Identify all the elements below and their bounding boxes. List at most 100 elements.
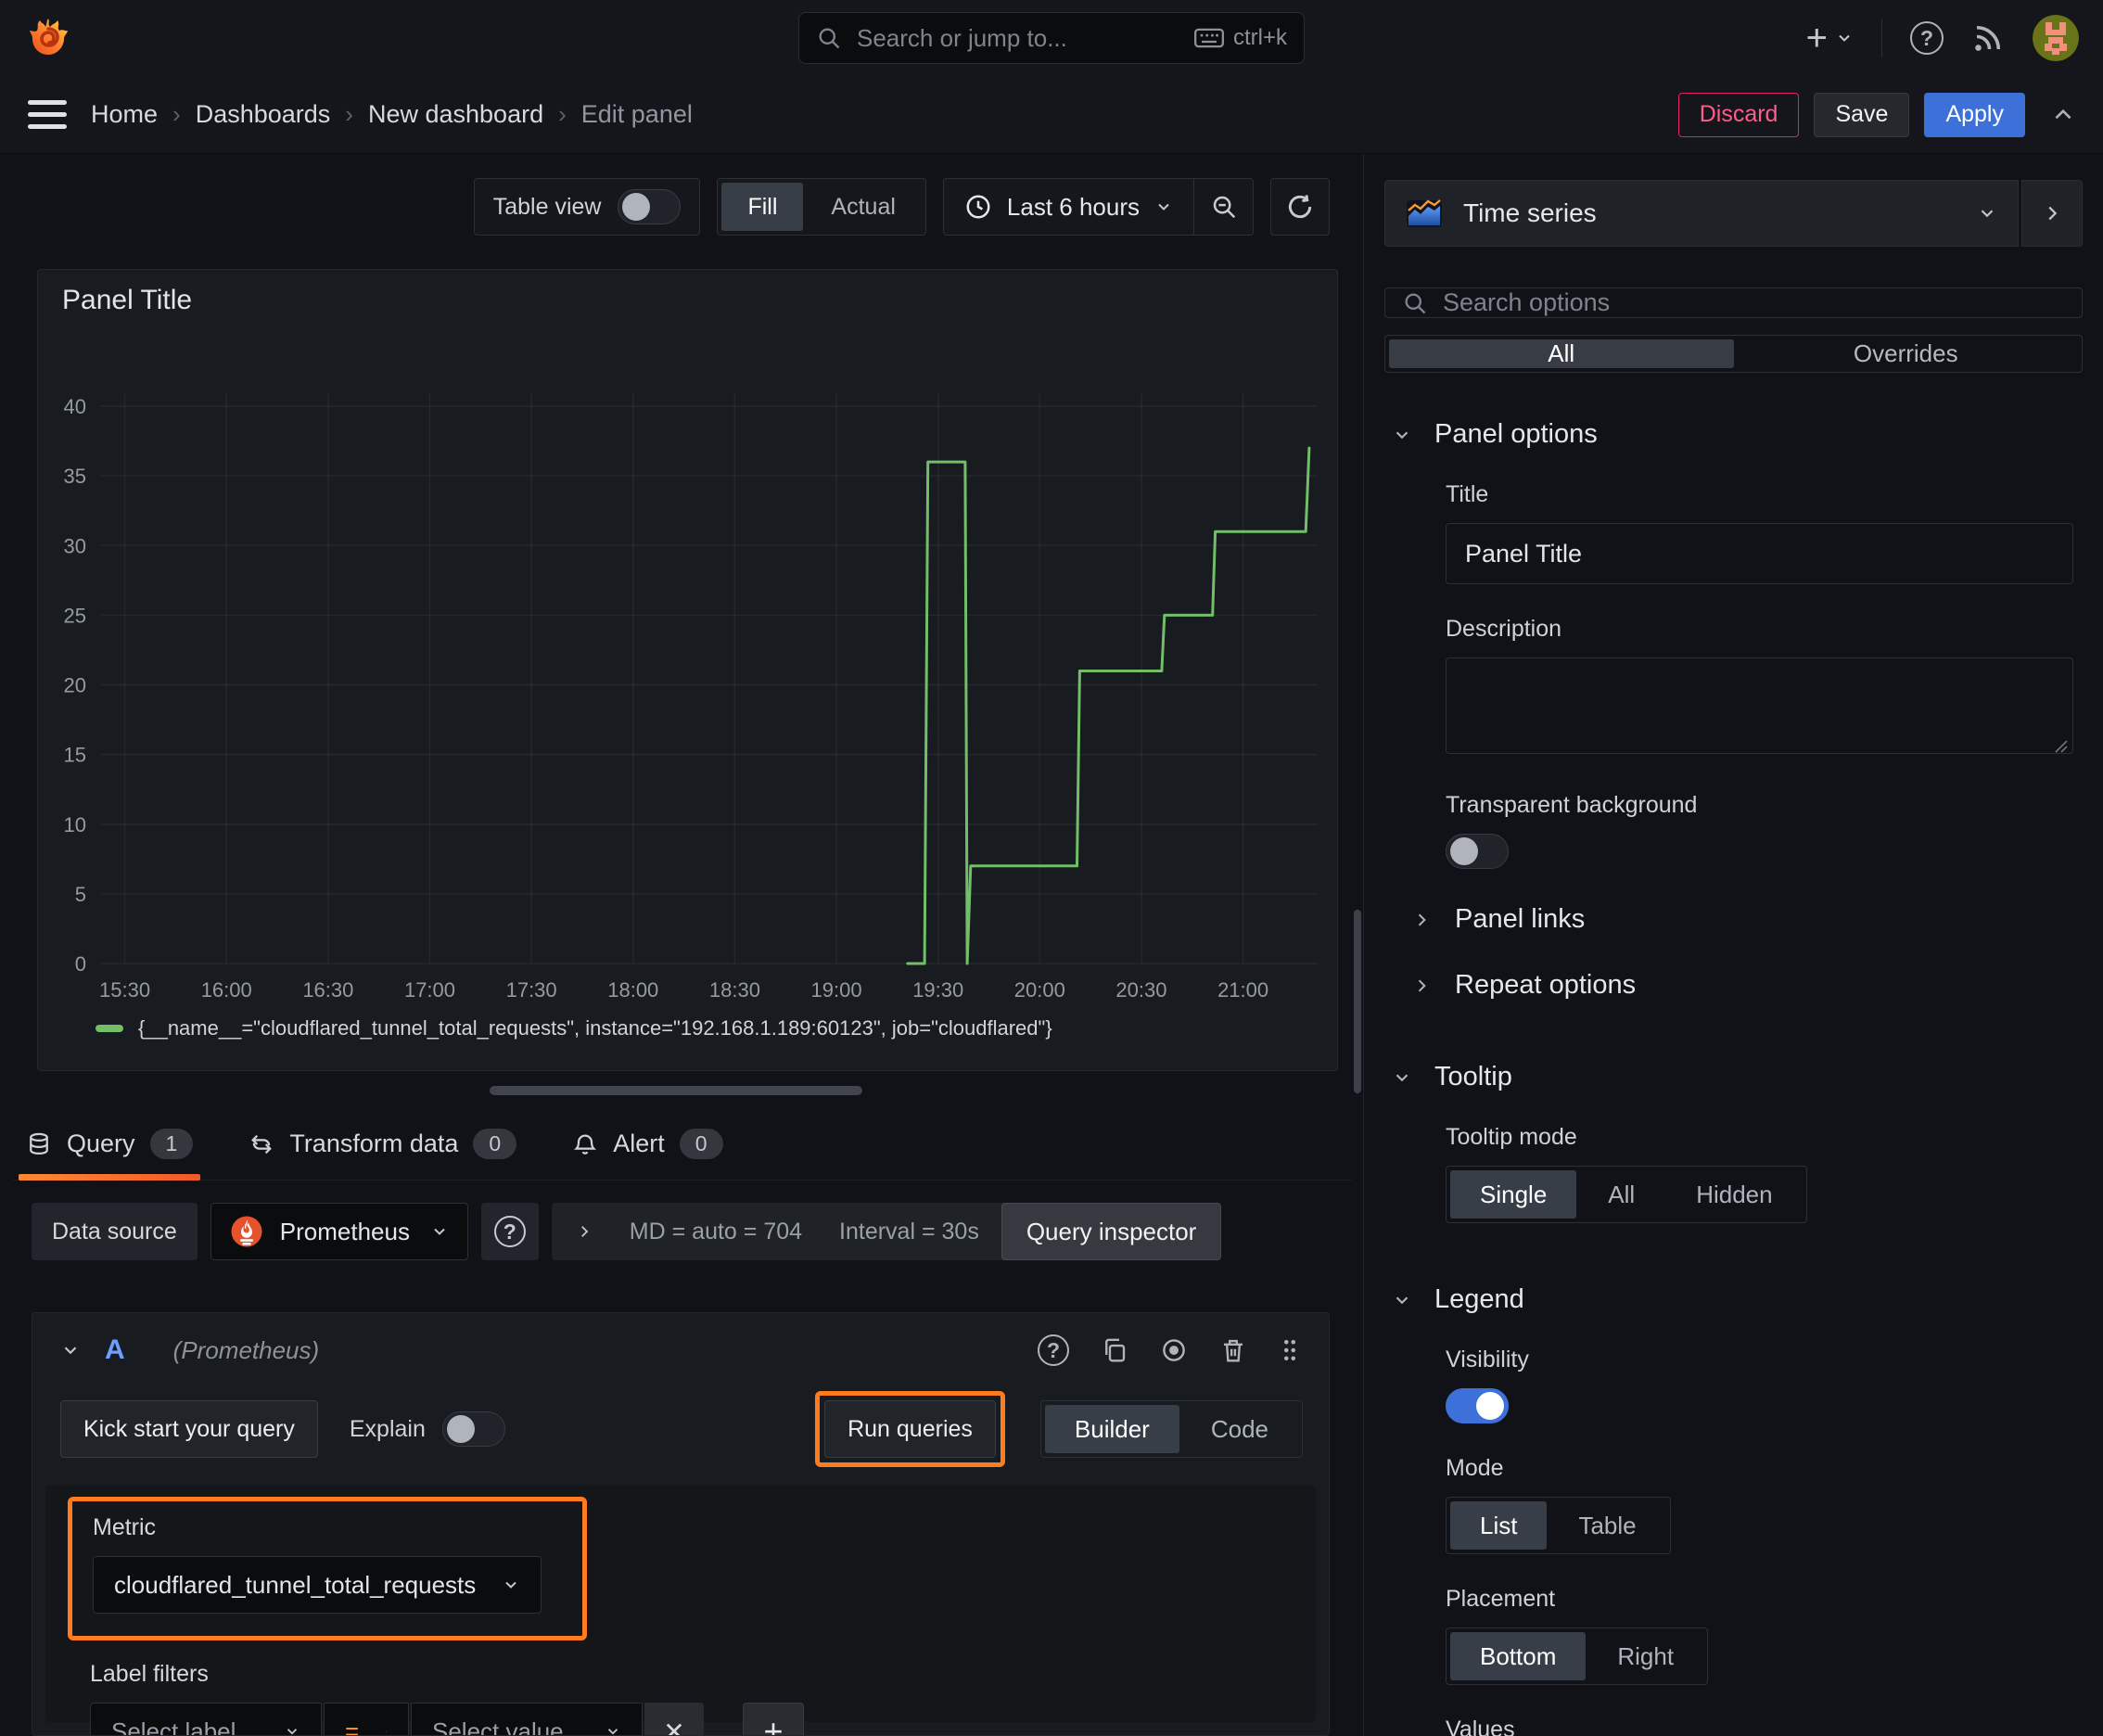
tab-transform-label: Transform data bbox=[289, 1130, 459, 1157]
datasource-name: Prometheus bbox=[279, 1217, 410, 1245]
tab-transform[interactable]: Transform data 0 bbox=[241, 1129, 524, 1180]
visualization-picker[interactable]: Time series bbox=[1384, 180, 2019, 247]
tab-all[interactable]: All bbox=[1389, 339, 1734, 368]
vertical-scrollbar[interactable] bbox=[1352, 154, 1363, 1736]
breadcrumb-home[interactable]: Home bbox=[91, 100, 158, 129]
collapse-up-icon[interactable] bbox=[2051, 103, 2075, 127]
refresh-button[interactable] bbox=[1270, 178, 1330, 236]
keyboard-shortcut: ctrl+k bbox=[1193, 25, 1287, 51]
section-legend[interactable]: Legend bbox=[1384, 1284, 2083, 1315]
visualization-row: Time series bbox=[1384, 180, 2083, 247]
select-label-dropdown[interactable]: Select label bbox=[90, 1703, 322, 1735]
keyboard-icon bbox=[1193, 28, 1224, 48]
section-repeat-options[interactable]: Repeat options bbox=[1384, 970, 2083, 1001]
transparent-bg-toggle[interactable] bbox=[1446, 834, 1509, 869]
chevron-down-icon bbox=[385, 1730, 388, 1732]
svg-text:18:00: 18:00 bbox=[607, 978, 658, 1002]
time-range-picker[interactable]: Last 6 hours bbox=[944, 193, 1193, 222]
svg-text:17:00: 17:00 bbox=[404, 978, 455, 1002]
code-option[interactable]: Code bbox=[1181, 1405, 1298, 1453]
chevron-down-icon bbox=[287, 1729, 298, 1735]
series-label[interactable]: {__name__="cloudflared_tunnel_total_requ… bbox=[138, 1016, 1052, 1040]
delete-query-icon[interactable] bbox=[1219, 1336, 1247, 1364]
chevron-down-icon bbox=[505, 1581, 516, 1589]
breadcrumb-dashboards[interactable]: Dashboards bbox=[196, 100, 331, 129]
chart-panel[interactable]: Panel Title 0 5 10 15 20 25 30 35 40 15:30 16:00 16… bbox=[37, 269, 1338, 1071]
values-label: Values bbox=[1446, 1717, 1515, 1736]
query-editor-card: A (Prometheus) ? Kick start your query E… bbox=[32, 1312, 1330, 1736]
tab-overrides[interactable]: Overrides bbox=[1734, 339, 2079, 368]
tab-query[interactable]: Query 1 bbox=[19, 1129, 201, 1181]
interval: Interval = 30s bbox=[839, 1218, 979, 1245]
chart-legend[interactable]: {__name__="cloudflared_tunnel_total_requ… bbox=[38, 1016, 1337, 1040]
duplicate-query-icon[interactable] bbox=[1101, 1336, 1128, 1364]
mode-table-option[interactable]: Table bbox=[1549, 1501, 1665, 1550]
remove-filter-button[interactable]: ✕ bbox=[644, 1703, 704, 1735]
builder-option[interactable]: Builder bbox=[1044, 1405, 1179, 1453]
visibility-toggle[interactable] bbox=[1446, 1388, 1509, 1423]
section-panel-links[interactable]: Panel links bbox=[1384, 904, 2083, 935]
add-filter-button[interactable]: + bbox=[743, 1703, 804, 1735]
new-button[interactable]: + bbox=[1806, 18, 1854, 59]
time-series-icon bbox=[1407, 199, 1442, 227]
datasource-label: Data source bbox=[32, 1203, 198, 1260]
description-input[interactable] bbox=[1446, 657, 2073, 754]
grafana-logo-icon[interactable] bbox=[24, 14, 72, 62]
time-range-label: Last 6 hours bbox=[1006, 192, 1140, 221]
viz-suggestions-button[interactable] bbox=[2021, 180, 2083, 247]
news-rss-button[interactable] bbox=[1971, 21, 2005, 55]
avatar[interactable] bbox=[2033, 15, 2079, 61]
drag-handle-icon[interactable] bbox=[1279, 1336, 1301, 1364]
legend-mode-group: List Table bbox=[1446, 1497, 1671, 1554]
toggle-visibility-icon[interactable] bbox=[1160, 1336, 1188, 1364]
panel-title: Panel Title bbox=[62, 285, 193, 315]
apply-button[interactable]: Apply bbox=[1924, 92, 2025, 137]
section-panel-options[interactable]: Panel options bbox=[1384, 419, 2083, 450]
tooltip-hidden-option[interactable]: Hidden bbox=[1666, 1170, 1802, 1219]
save-button[interactable]: Save bbox=[1814, 92, 1910, 137]
chevron-down-icon bbox=[434, 1228, 445, 1235]
datasource-picker[interactable]: Prometheus bbox=[210, 1203, 468, 1260]
section-tooltip[interactable]: Tooltip bbox=[1384, 1062, 2083, 1092]
select-value-dropdown[interactable]: Select value bbox=[411, 1703, 643, 1735]
main-column: Table view Fill Actual Last 6 hours Pane… bbox=[0, 154, 1352, 1736]
legend-mode-field: Mode List Table bbox=[1446, 1455, 2073, 1554]
chevron-right-icon bbox=[1418, 978, 1426, 992]
zoom-out-button[interactable] bbox=[1193, 179, 1253, 235]
discard-button[interactable]: Discard bbox=[1677, 92, 1800, 137]
menu-toggle-icon[interactable] bbox=[28, 100, 67, 129]
breadcrumb-separator: › bbox=[345, 100, 353, 128]
help-button[interactable]: ? bbox=[1910, 21, 1944, 55]
explain-toggle[interactable] bbox=[441, 1411, 505, 1447]
placement-bottom-option[interactable]: Bottom bbox=[1450, 1632, 1587, 1680]
label-filter-row: Select label = Select value ✕ + bbox=[90, 1703, 1316, 1735]
time-series-chart[interactable]: 0 5 10 15 20 25 30 35 40 15:30 16:00 16:30 17:00 17:3… bbox=[38, 335, 1339, 1016]
svg-text:15:30: 15:30 bbox=[99, 978, 150, 1002]
pane-resize-handle[interactable] bbox=[490, 1086, 862, 1095]
title-input[interactable] bbox=[1446, 523, 2073, 584]
fill-option[interactable]: Fill bbox=[721, 183, 804, 231]
actual-option[interactable]: Actual bbox=[805, 183, 921, 231]
operator-dropdown[interactable]: = bbox=[324, 1703, 409, 1735]
datasource-help-button[interactable]: ? bbox=[480, 1203, 539, 1260]
metric-select[interactable]: cloudflared_tunnel_total_requests bbox=[93, 1556, 542, 1614]
query-row-header[interactable]: A (Prometheus) ? bbox=[32, 1313, 1329, 1387]
max-data-points: MD = auto = 704 bbox=[629, 1218, 803, 1245]
tooltip-single-option[interactable]: Single bbox=[1450, 1170, 1577, 1219]
mode-list-option[interactable]: List bbox=[1450, 1501, 1548, 1550]
options-search[interactable]: Search options bbox=[1384, 287, 2083, 318]
tab-alert[interactable]: Alert 0 bbox=[565, 1129, 730, 1180]
placement-right-option[interactable]: Right bbox=[1587, 1632, 1703, 1680]
breadcrumb-new-dashboard[interactable]: New dashboard bbox=[368, 100, 543, 129]
query-help-icon[interactable]: ? bbox=[1038, 1334, 1069, 1366]
search-icon bbox=[1402, 290, 1428, 316]
global-search[interactable]: Search or jump to... ctrl+k bbox=[798, 12, 1305, 64]
query-inspector-button[interactable]: Query inspector bbox=[1001, 1203, 1222, 1260]
description-label: Description bbox=[1446, 616, 1562, 642]
kick-start-button[interactable]: Kick start your query bbox=[60, 1400, 318, 1458]
tooltip-all-option[interactable]: All bbox=[1578, 1170, 1664, 1219]
run-queries-button[interactable]: Run queries bbox=[824, 1400, 996, 1458]
description-field: Description bbox=[1446, 616, 2073, 760]
workspace: Table view Fill Actual Last 6 hours Pane… bbox=[0, 154, 2103, 1736]
table-view-toggle[interactable] bbox=[618, 189, 682, 224]
